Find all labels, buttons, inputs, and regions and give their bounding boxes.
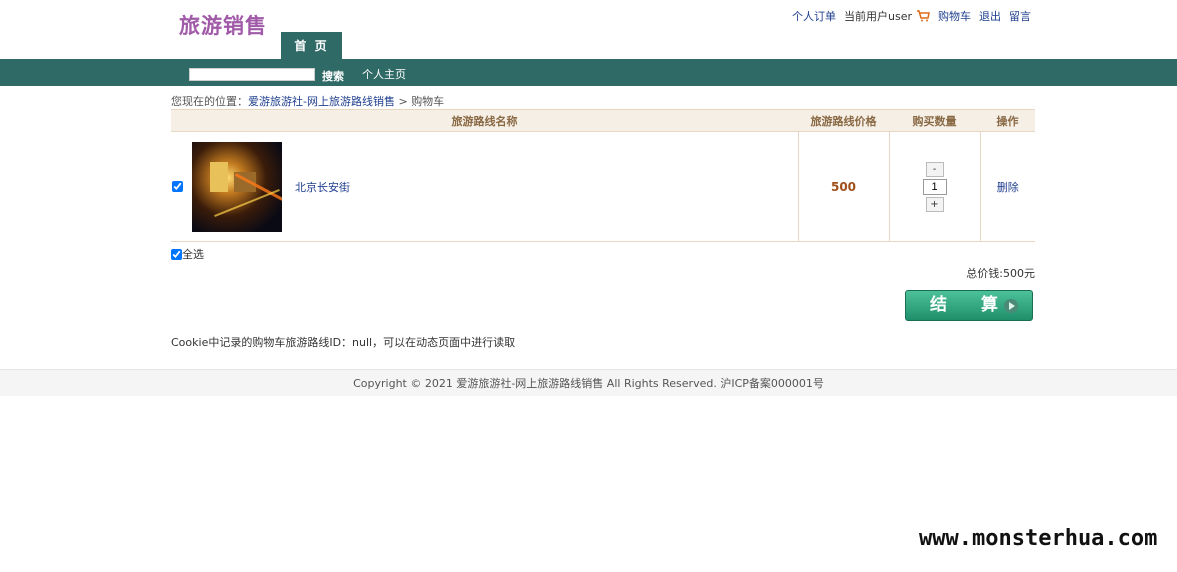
watermark: www.monsterhua.com: [919, 526, 1158, 551]
current-user-label: 当前用户user: [844, 10, 912, 23]
route-price: 500: [830, 179, 857, 194]
breadcrumb-prefix: 您现在的位置：: [171, 95, 248, 108]
top-links: 个人订单 当前用户user 购物车 退出 留言: [788, 8, 1031, 24]
search-button[interactable]: 搜索: [322, 68, 344, 84]
personal-home-link[interactable]: 个人主页: [362, 66, 406, 82]
header-price: 旅游路线价格: [798, 109, 889, 132]
cart-link[interactable]: 购物车: [938, 8, 971, 24]
select-all-label: 全选: [182, 248, 204, 261]
breadcrumb-site-link[interactable]: 爱游旅游社-网上旅游路线销售: [248, 95, 395, 108]
logout-link[interactable]: 退出: [979, 8, 1001, 24]
cart-table: 旅游路线名称 旅游路线价格 购买数量 操作 北京长安街 500 - 1 + 删除: [171, 109, 1035, 242]
nav-bar: 搜索 个人主页: [0, 59, 1177, 86]
header-op: 操作: [980, 109, 1035, 132]
breadcrumb-separator: >: [394, 95, 412, 108]
route-name-link[interactable]: 北京长安街: [295, 179, 350, 195]
play-arrow-icon: [1004, 299, 1018, 313]
table-row: 北京长安街 500 - + 删除: [171, 131, 1035, 242]
cookie-note: Cookie中记录的购物车旅游路线ID：null，可以在动态页面中进行读取: [171, 336, 516, 349]
cart-icon: [916, 10, 930, 22]
checkout-button[interactable]: 结 算: [905, 290, 1033, 321]
qty-increase-button[interactable]: +: [925, 196, 944, 212]
route-thumbnail: [192, 141, 282, 232]
header-qty: 购买数量: [889, 109, 980, 132]
breadcrumb-current: 购物车: [411, 95, 445, 108]
site-logo: 旅游销售: [179, 14, 267, 38]
orders-link[interactable]: 个人订单: [792, 8, 836, 24]
footer: Copyright © 2021 爱游旅游社-网上旅游路线销售 All Righ…: [0, 369, 1177, 396]
delete-link[interactable]: 删除: [997, 181, 1019, 194]
breadcrumb: 您现在的位置：爱游旅游社-网上旅游路线销售 > 购物车: [171, 93, 444, 109]
item-checkbox[interactable]: [172, 181, 183, 192]
select-all-checkbox[interactable]: [171, 248, 182, 260]
tab-home[interactable]: 首 页: [281, 32, 342, 60]
message-link[interactable]: 留言: [1009, 8, 1031, 24]
select-all: 全选: [171, 246, 204, 262]
qty-decrease-button[interactable]: -: [925, 161, 944, 177]
header-name: 旅游路线名称: [171, 109, 798, 132]
total-price: 总价钱:500元: [966, 267, 1035, 280]
checkout-label: 结 算: [930, 295, 1012, 315]
qty-input[interactable]: [922, 178, 947, 195]
search-input[interactable]: [189, 68, 315, 81]
